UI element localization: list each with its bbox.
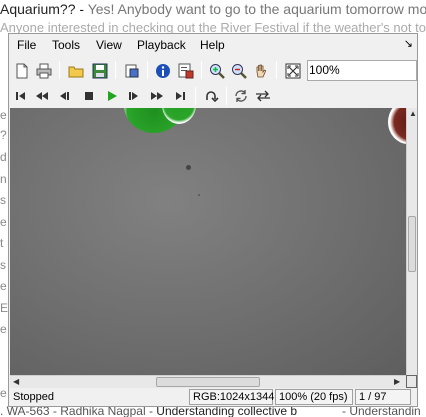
toolbar-separator [226,87,227,105]
bounce-icon[interactable] [254,87,272,105]
menu-overflow-arrow[interactable]: ↘ [404,37,413,50]
background-text-fragment: d [0,150,7,164]
step-back-icon[interactable] [55,87,73,105]
save-icon[interactable] [89,60,111,82]
background-text-fragment: s [0,193,6,207]
menu-help[interactable]: Help [200,38,225,52]
playback-status: Stopped [13,391,54,403]
image-viewer-window: File Tools View Playback Help ↘ 100% ▲ ◀… [8,33,418,407]
scroll-up-arrow-icon[interactable]: ▲ [409,109,417,118]
first-frame-icon[interactable] [12,87,30,105]
rewind-icon[interactable] [33,87,51,105]
background-text-line: Aquarium?? - Yes! Anybody want to go to … [0,1,426,17]
background-text-fragment: e [0,279,7,293]
vertical-scroll-thumb[interactable] [408,216,416,272]
menu-playback[interactable]: Playback [137,38,186,52]
background-text-fragment: n [0,172,7,186]
pan-hand-icon[interactable] [250,60,272,82]
zoom-in-icon[interactable] [206,60,228,82]
background-text-fragment: t [0,236,4,250]
vertical-scrollbar[interactable]: ▲ [406,108,417,375]
background-text-fragment: e [0,108,7,122]
image-canvas[interactable] [10,108,406,375]
background-text: Yes! Anybody want to go to the aquarium … [87,1,426,17]
background-text-fragment: e [0,386,7,400]
toolbar-separator [276,61,277,79]
red-cell-blob [388,108,406,144]
main-toolbar: 100% [9,58,417,84]
background-text-fragment: ? [0,128,7,142]
zoom-out-icon[interactable] [228,60,250,82]
background-text-fragment: s [0,258,6,272]
toolbar-separator [59,61,60,79]
scrollbar-corner [406,375,417,388]
properties-icon[interactable] [121,60,143,82]
last-frame-icon[interactable] [171,87,189,105]
dark-speck [198,194,200,196]
info-icon[interactable] [152,60,174,82]
fit-window-icon[interactable] [282,60,304,82]
horizontal-scroll-thumb[interactable] [156,377,260,387]
repeat-icon[interactable] [232,87,250,105]
new-icon[interactable] [11,60,33,82]
menu-file[interactable]: File [17,38,36,52]
print-icon[interactable] [33,60,55,82]
play-icon[interactable] [103,87,121,105]
toolbar-separator [147,61,148,79]
toolbar-separator [115,61,116,79]
menu-view[interactable]: View [96,38,122,52]
loop-icon[interactable] [203,87,221,105]
playback-toolbar [9,85,417,107]
horizontal-scrollbar[interactable]: ◀ ▶ [10,375,406,388]
status-bar: Stopped RGB:1024x1344 100% (20 fps) 1 / … [9,388,417,406]
zoom-input[interactable]: 100% [307,60,417,81]
background-text-fragment: E [0,301,8,315]
fast-forward-icon[interactable] [148,87,166,105]
stop-icon[interactable] [80,87,98,105]
toolbar-separator [201,61,202,79]
background-text-fragment: e [0,215,7,229]
scroll-right-arrow-icon[interactable]: ▶ [394,377,400,386]
scroll-left-arrow-icon[interactable]: ◀ [13,377,19,386]
play-triangle [108,91,117,101]
open-folder-icon[interactable] [65,60,87,82]
menu-tools[interactable]: Tools [52,38,80,52]
zoom-fps-cell: 100% (20 fps) [275,389,353,405]
toolbar-separator [195,87,196,105]
image-info-icon[interactable] [175,60,197,82]
background-link[interactable]: Aquarium?? - [0,1,88,17]
dark-speck [186,165,191,170]
background-text-fragment: e [0,322,7,336]
frame-counter-cell: 1 / 97 [355,389,411,405]
menu-bar: File Tools View Playback Help ↘ [9,34,417,56]
step-forward-icon[interactable] [125,87,143,105]
image-format-cell: RGB:1024x1344 [189,389,274,405]
